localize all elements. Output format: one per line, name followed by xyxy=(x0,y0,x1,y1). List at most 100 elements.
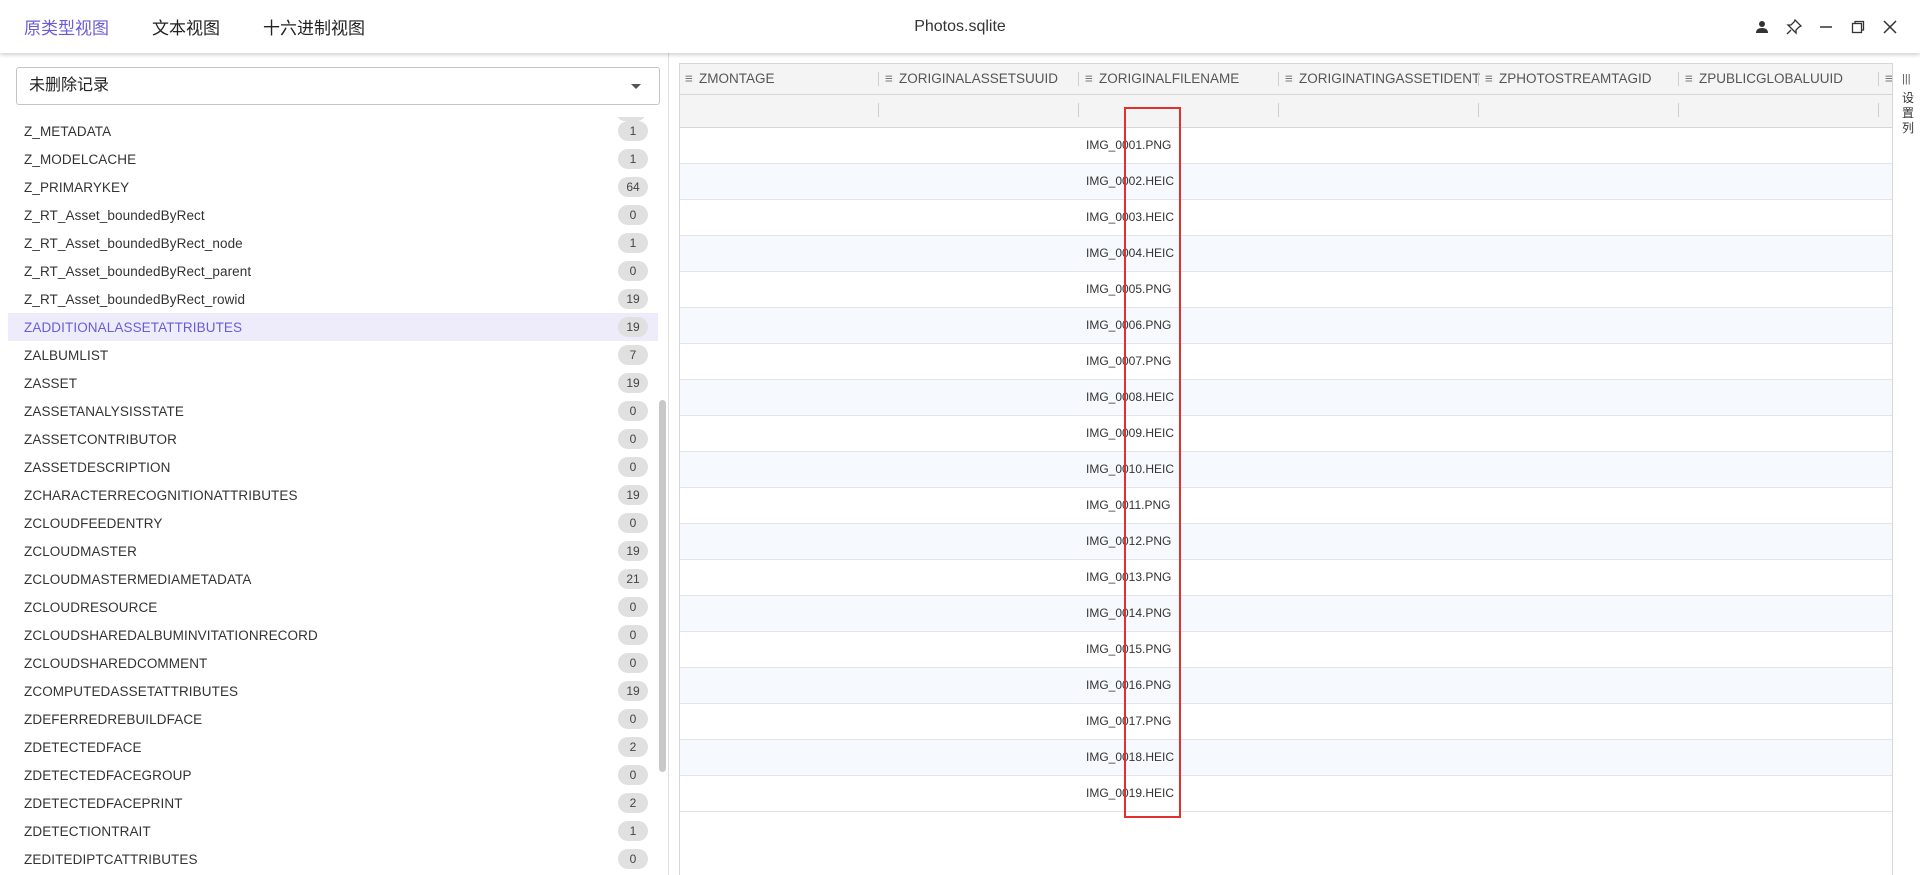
original-filename-cell[interactable]: IMG_0009.HEIC xyxy=(1086,416,1174,451)
user-icon[interactable] xyxy=(1752,17,1772,37)
original-filename-cell[interactable]: IMG_0017.PNG xyxy=(1086,704,1171,739)
original-filename-cell[interactable]: IMG_0002.HEIC xyxy=(1086,164,1174,199)
column-filter-input[interactable] xyxy=(680,97,876,126)
original-filename-cell[interactable]: IMG_0015.PNG xyxy=(1086,632,1171,667)
column-separator[interactable] xyxy=(1878,72,1879,86)
table-list-item[interactable]: Z_RT_Asset_boundedByRect_node 1 xyxy=(8,229,658,257)
table-list-item[interactable]: ZCLOUDMASTERMEDIAMETADATA 21 xyxy=(8,565,658,593)
column-filter-input[interactable] xyxy=(1480,97,1676,126)
original-filename-cell[interactable]: IMG_0001.PNG xyxy=(1086,128,1171,163)
original-filename-cell[interactable]: IMG_0019.HEIC xyxy=(1086,776,1174,811)
column-header[interactable]: ≡ ZMONTAGE xyxy=(680,64,880,94)
table-list-scrollbar[interactable] xyxy=(659,400,666,772)
table-row[interactable]: IMG_0003.HEIC xyxy=(680,200,1893,236)
table-list-item[interactable]: Z_MODELCACHE 1 xyxy=(8,145,658,173)
panel-divider[interactable] xyxy=(668,53,669,875)
table-row[interactable]: IMG_0017.PNG xyxy=(680,704,1893,740)
tab-hex-view[interactable]: 十六进制视图 xyxy=(263,14,365,39)
table-row[interactable]: IMG_0014.PNG xyxy=(680,596,1893,632)
column-filter-input[interactable] xyxy=(1080,97,1276,126)
column-filter-input[interactable] xyxy=(1280,97,1476,126)
original-filename-cell[interactable]: IMG_0013.PNG xyxy=(1086,560,1171,595)
original-filename-cell[interactable]: IMG_0018.HEIC xyxy=(1086,740,1174,775)
original-filename-cell[interactable]: IMG_0016.PNG xyxy=(1086,668,1171,703)
table-list-item[interactable]: ZCLOUDSHAREDALBUMINVITATIONRECORD 0 xyxy=(8,621,658,649)
table-row[interactable]: IMG_0013.PNG xyxy=(680,560,1893,596)
original-filename-cell[interactable]: IMG_0014.PNG xyxy=(1086,596,1171,631)
table-list-item[interactable]: Z_RT_Asset_boundedByRect 0 xyxy=(8,201,658,229)
original-filename-cell[interactable]: IMG_0011.PNG xyxy=(1086,488,1170,523)
original-filename-cell[interactable]: IMG_0004.HEIC xyxy=(1086,236,1174,271)
table-list-item[interactable]: Z_METADATA 1 xyxy=(8,117,658,145)
column-menu-icon[interactable]: ≡ xyxy=(1485,64,1495,94)
table-row[interactable]: IMG_0009.HEIC xyxy=(680,416,1893,452)
column-header[interactable]: ≡ ZORIGINALFILENAME xyxy=(1080,64,1280,94)
column-separator[interactable] xyxy=(1678,72,1679,86)
tab-text-view[interactable]: 文本视图 xyxy=(152,14,220,39)
table-list-item[interactable]: ZDETECTIONTRAIT 1 xyxy=(8,817,658,845)
table-row[interactable]: IMG_0016.PNG xyxy=(680,668,1893,704)
close-icon[interactable] xyxy=(1880,17,1900,37)
original-filename-cell[interactable]: IMG_0010.HEIC xyxy=(1086,452,1174,487)
table-list-item[interactable]: Z_RT_Asset_boundedByRect_parent 0 xyxy=(8,257,658,285)
table-list-item[interactable]: ZASSETANALYSISSTATE 0 xyxy=(8,397,658,425)
column-menu-icon[interactable]: ≡ xyxy=(885,64,895,94)
table-list-item[interactable]: ZASSETCONTRIBUTOR 0 xyxy=(8,425,658,453)
restore-icon[interactable] xyxy=(1848,17,1868,37)
column-menu-icon[interactable]: ≡ xyxy=(685,64,695,94)
table-list-item[interactable]: ZCOMPUTEDASSETATTRIBUTES 19 xyxy=(8,677,658,705)
table-row[interactable]: IMG_0010.HEIC xyxy=(680,452,1893,488)
table-row[interactable]: IMG_0004.HEIC xyxy=(680,236,1893,272)
column-filter-input[interactable] xyxy=(1680,97,1876,126)
table-row[interactable]: IMG_0012.PNG xyxy=(680,524,1893,560)
table-list-item[interactable]: Z_PRIMARYKEY 64 xyxy=(8,173,658,201)
original-filename-cell[interactable]: IMG_0005.PNG xyxy=(1086,272,1171,307)
table-list-item[interactable]: ZDETECTEDFACEGROUP 0 xyxy=(8,761,658,789)
pin-icon[interactable] xyxy=(1784,17,1804,37)
column-header[interactable]: ≡ ZPUBLICGLOBALUUID xyxy=(1680,64,1880,94)
table-list-item[interactable]: ZASSETDESCRIPTION 0 xyxy=(8,453,658,481)
table-list-item[interactable]: ZADDITIONALASSETATTRIBUTES 19 xyxy=(8,313,658,341)
table-row[interactable]: IMG_0011.PNG xyxy=(680,488,1893,524)
table-list-item[interactable]: ZCLOUDRESOURCE 0 xyxy=(8,593,658,621)
column-settings-tab[interactable]: ||| 设置列 xyxy=(1892,63,1920,875)
table-list-item[interactable]: ZCLOUDSHAREDCOMMENT 0 xyxy=(8,649,658,677)
original-filename-cell[interactable]: IMG_0012.PNG xyxy=(1086,524,1171,559)
minimize-icon[interactable] xyxy=(1816,17,1836,37)
column-separator[interactable] xyxy=(1278,72,1279,86)
table-list-item[interactable]: ZEDITEDIPTCATTRIBUTES 0 xyxy=(8,845,658,873)
table-row[interactable]: IMG_0006.PNG xyxy=(680,308,1893,344)
column-separator[interactable] xyxy=(878,72,879,86)
column-separator[interactable] xyxy=(1078,72,1079,86)
column-header[interactable]: ≡ ZORIGINATINGASSETIDENT xyxy=(1280,64,1480,94)
table-row[interactable]: IMG_0007.PNG xyxy=(680,344,1893,380)
table-row[interactable]: IMG_0005.PNG xyxy=(680,272,1893,308)
original-filename-cell[interactable]: IMG_0008.HEIC xyxy=(1086,380,1174,415)
tab-raw-type-view[interactable]: 原类型视图 xyxy=(24,14,109,39)
original-filename-cell[interactable]: IMG_0003.HEIC xyxy=(1086,200,1174,235)
column-menu-icon[interactable]: ≡ xyxy=(1685,64,1695,94)
table-list-item[interactable]: ZDETECTEDFACE 2 xyxy=(8,733,658,761)
table-list-item[interactable]: ZDETECTEDFACEPRINT 2 xyxy=(8,789,658,817)
original-filename-cell[interactable]: IMG_0006.PNG xyxy=(1086,308,1171,343)
table-row[interactable]: IMG_0018.HEIC xyxy=(680,740,1893,776)
table-list-item[interactable]: ZASSET 19 xyxy=(8,369,658,397)
table-list-item[interactable]: ZDEFERREDREBUILDFACE 0 xyxy=(8,705,658,733)
table-row[interactable]: IMG_0001.PNG xyxy=(680,128,1893,164)
column-menu-icon[interactable]: ≡ xyxy=(1285,64,1295,94)
table-list-item[interactable]: ZALBUMLIST 7 xyxy=(8,341,658,369)
column-menu-icon[interactable]: ≡ xyxy=(1085,64,1095,94)
table-row[interactable]: IMG_0008.HEIC xyxy=(680,380,1893,416)
table-row[interactable]: IMG_0015.PNG xyxy=(680,632,1893,668)
column-filter-input[interactable] xyxy=(880,97,1076,126)
table-row[interactable]: IMG_0002.HEIC xyxy=(680,164,1893,200)
table-list-item[interactable]: ZCLOUDFEEDENTRY 0 xyxy=(8,509,658,537)
column-header[interactable]: ≡ ZPHOTOSTREAMTAGID xyxy=(1480,64,1680,94)
column-header[interactable]: ≡ ZORIGINALASSETSUUID xyxy=(880,64,1080,94)
table-row[interactable]: IMG_0019.HEIC xyxy=(680,776,1893,812)
original-filename-cell[interactable]: IMG_0007.PNG xyxy=(1086,344,1171,379)
record-filter-select[interactable]: 未删除记录 xyxy=(16,67,660,105)
column-separator[interactable] xyxy=(1478,72,1479,86)
table-list-item[interactable]: Z_RT_Asset_boundedByRect_rowid 19 xyxy=(8,285,658,313)
table-list-item[interactable]: ZCHARACTERRECOGNITIONATTRIBUTES 19 xyxy=(8,481,658,509)
